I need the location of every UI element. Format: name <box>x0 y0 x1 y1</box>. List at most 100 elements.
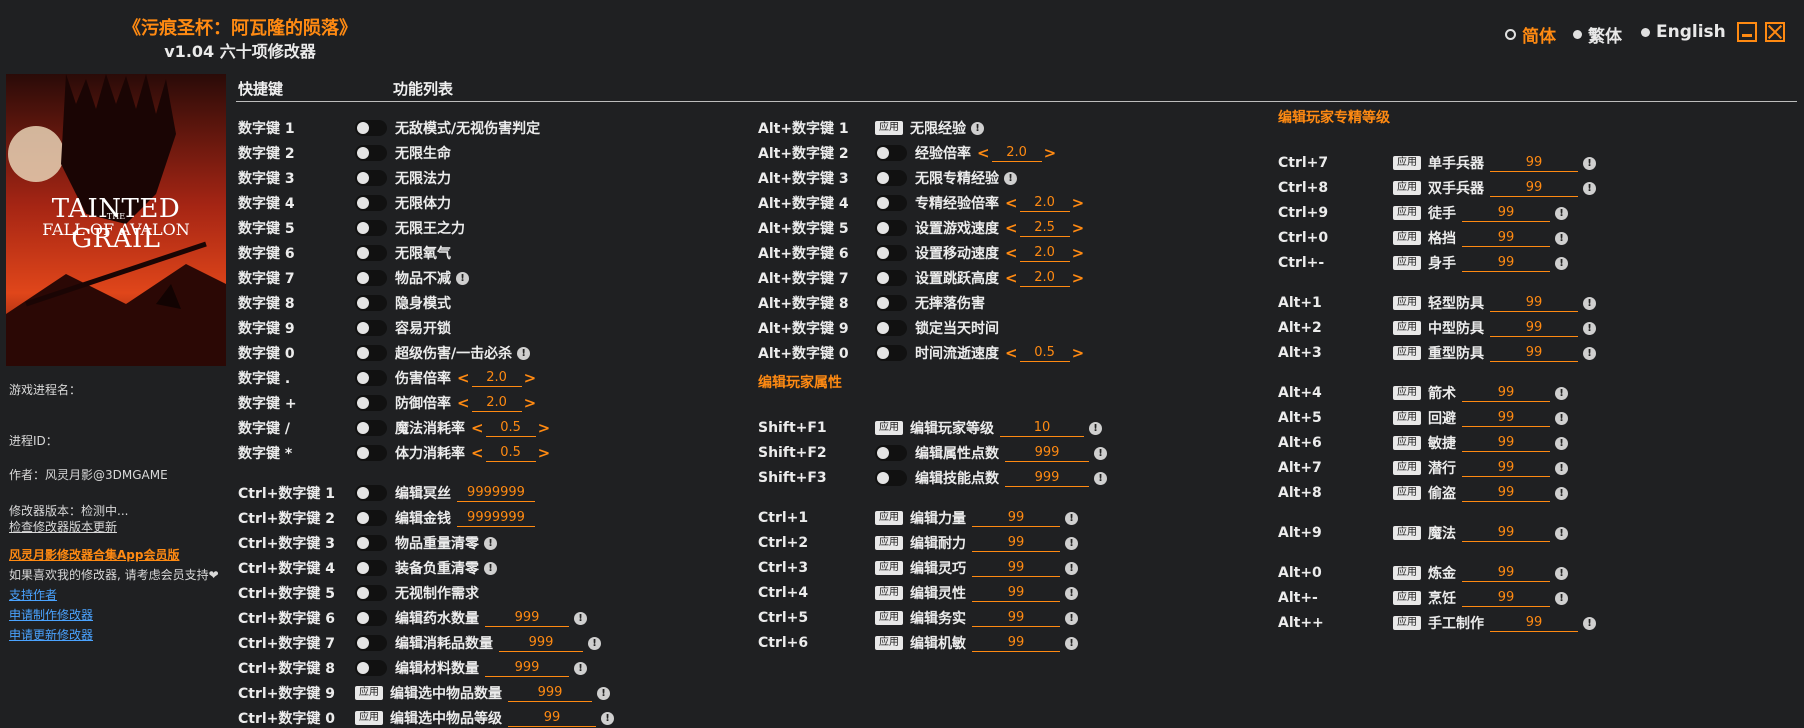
value-input[interactable]: 2.0 <box>471 394 522 412</box>
apply-button[interactable]: 应用 <box>1393 566 1421 580</box>
value-input[interactable]: 2.0 <box>1019 244 1070 262</box>
info-icon[interactable]: ! <box>1555 206 1568 220</box>
increase-arrow-icon[interactable]: > <box>1072 194 1085 212</box>
decrease-arrow-icon[interactable]: < <box>1005 269 1018 287</box>
info-icon[interactable]: ! <box>1583 296 1596 310</box>
increase-arrow-icon[interactable]: > <box>538 419 551 437</box>
apply-button[interactable]: 应用 <box>1393 461 1421 475</box>
toggle-switch[interactable] <box>355 145 387 161</box>
toggle-switch[interactable] <box>355 445 387 461</box>
apply-button[interactable]: 应用 <box>875 611 903 625</box>
toggle-switch[interactable] <box>355 320 387 336</box>
value-input[interactable]: 99 <box>972 534 1060 552</box>
toggle-switch[interactable] <box>355 485 387 501</box>
increase-arrow-icon[interactable]: > <box>538 444 551 462</box>
info-icon[interactable]: ! <box>1065 511 1078 525</box>
decrease-arrow-icon[interactable]: < <box>1005 194 1018 212</box>
value-input[interactable]: 99 <box>1462 589 1550 607</box>
toggle-switch[interactable] <box>875 445 907 461</box>
info-icon[interactable]: ! <box>1094 446 1107 460</box>
value-input[interactable]: 99 <box>1490 154 1578 172</box>
apply-button[interactable]: 应用 <box>1393 526 1421 540</box>
info-icon[interactable]: ! <box>1065 561 1078 575</box>
value-input[interactable]: 99 <box>1462 409 1550 427</box>
value-input[interactable]: 99 <box>1462 254 1550 272</box>
info-icon[interactable]: ! <box>601 711 614 725</box>
app-vip-link[interactable]: 风灵月影修改器合集App会员版 <box>9 546 179 563</box>
info-icon[interactable]: ! <box>1004 171 1017 185</box>
value-input[interactable]: 99 <box>972 559 1060 577</box>
request-update-link[interactable]: 申请更新修改器 <box>9 626 93 643</box>
apply-button[interactable]: 应用 <box>1393 411 1421 425</box>
toggle-switch[interactable] <box>355 610 387 626</box>
minimize-icon[interactable] <box>1737 22 1757 42</box>
info-icon[interactable]: ! <box>1583 616 1596 630</box>
value-input[interactable]: 99 <box>1462 484 1550 502</box>
decrease-arrow-icon[interactable]: < <box>1005 219 1018 237</box>
info-icon[interactable]: ! <box>1555 526 1568 540</box>
increase-arrow-icon[interactable]: > <box>1044 144 1057 162</box>
info-icon[interactable]: ! <box>1555 566 1568 580</box>
apply-button[interactable]: 应用 <box>875 636 903 650</box>
apply-button[interactable]: 应用 <box>875 561 903 575</box>
value-input[interactable]: 99 <box>1462 434 1550 452</box>
toggle-switch[interactable] <box>355 120 387 136</box>
value-input[interactable]: 99 <box>972 609 1060 627</box>
increase-arrow-icon[interactable]: > <box>1072 344 1085 362</box>
toggle-switch[interactable] <box>875 270 907 286</box>
info-icon[interactable]: ! <box>1065 636 1078 650</box>
toggle-switch[interactable] <box>355 535 387 551</box>
value-input[interactable]: 99 <box>1462 524 1550 542</box>
toggle-switch[interactable] <box>875 170 907 186</box>
value-input[interactable]: 2.5 <box>1019 219 1070 237</box>
increase-arrow-icon[interactable]: > <box>524 369 537 387</box>
value-input[interactable]: 0.5 <box>485 444 536 462</box>
apply-button[interactable]: 应用 <box>1393 436 1421 450</box>
decrease-arrow-icon[interactable]: < <box>1005 344 1018 362</box>
apply-button[interactable]: 应用 <box>1393 591 1421 605</box>
value-input[interactable]: 999 <box>1005 444 1089 462</box>
value-input[interactable]: 99 <box>508 709 596 727</box>
toggle-switch[interactable] <box>355 195 387 211</box>
toggle-switch[interactable] <box>355 245 387 261</box>
info-icon[interactable]: ! <box>1065 586 1078 600</box>
toggle-switch[interactable] <box>875 145 907 161</box>
decrease-arrow-icon[interactable]: < <box>977 144 990 162</box>
lang-simplified[interactable]: 简体 <box>1505 22 1556 47</box>
value-input[interactable]: 2.0 <box>471 369 522 387</box>
info-icon[interactable]: ! <box>597 686 610 700</box>
value-input[interactable]: 0.5 <box>1019 344 1070 362</box>
info-icon[interactable]: ! <box>1555 486 1568 500</box>
toggle-switch[interactable] <box>355 635 387 651</box>
value-input[interactable]: 999 <box>485 659 569 677</box>
increase-arrow-icon[interactable]: > <box>1072 244 1085 262</box>
apply-button[interactable]: 应用 <box>1393 616 1421 630</box>
info-icon[interactable]: ! <box>1583 181 1596 195</box>
info-icon[interactable]: ! <box>1089 421 1102 435</box>
toggle-switch[interactable] <box>355 170 387 186</box>
apply-button[interactable]: 应用 <box>875 536 903 550</box>
toggle-switch[interactable] <box>355 270 387 286</box>
value-input[interactable]: 0.5 <box>485 419 536 437</box>
apply-button[interactable]: 应用 <box>875 421 903 435</box>
toggle-switch[interactable] <box>875 470 907 486</box>
value-input[interactable]: 999 <box>1005 469 1089 487</box>
toggle-switch[interactable] <box>355 420 387 436</box>
apply-button[interactable]: 应用 <box>1393 486 1421 500</box>
apply-button[interactable]: 应用 <box>1393 386 1421 400</box>
info-icon[interactable]: ! <box>1555 436 1568 450</box>
apply-button[interactable]: 应用 <box>875 511 903 525</box>
info-icon[interactable]: ! <box>1583 156 1596 170</box>
toggle-switch[interactable] <box>355 395 387 411</box>
toggle-switch[interactable] <box>355 585 387 601</box>
apply-button[interactable]: 应用 <box>1393 346 1421 360</box>
value-input[interactable]: 99 <box>1462 204 1550 222</box>
info-icon[interactable]: ! <box>1065 611 1078 625</box>
apply-button[interactable]: 应用 <box>355 711 383 725</box>
toggle-switch[interactable] <box>355 370 387 386</box>
toggle-switch[interactable] <box>355 660 387 676</box>
increase-arrow-icon[interactable]: > <box>524 394 537 412</box>
apply-button[interactable]: 应用 <box>1393 321 1421 335</box>
value-input[interactable]: 999 <box>485 609 569 627</box>
apply-button[interactable]: 应用 <box>355 686 383 700</box>
